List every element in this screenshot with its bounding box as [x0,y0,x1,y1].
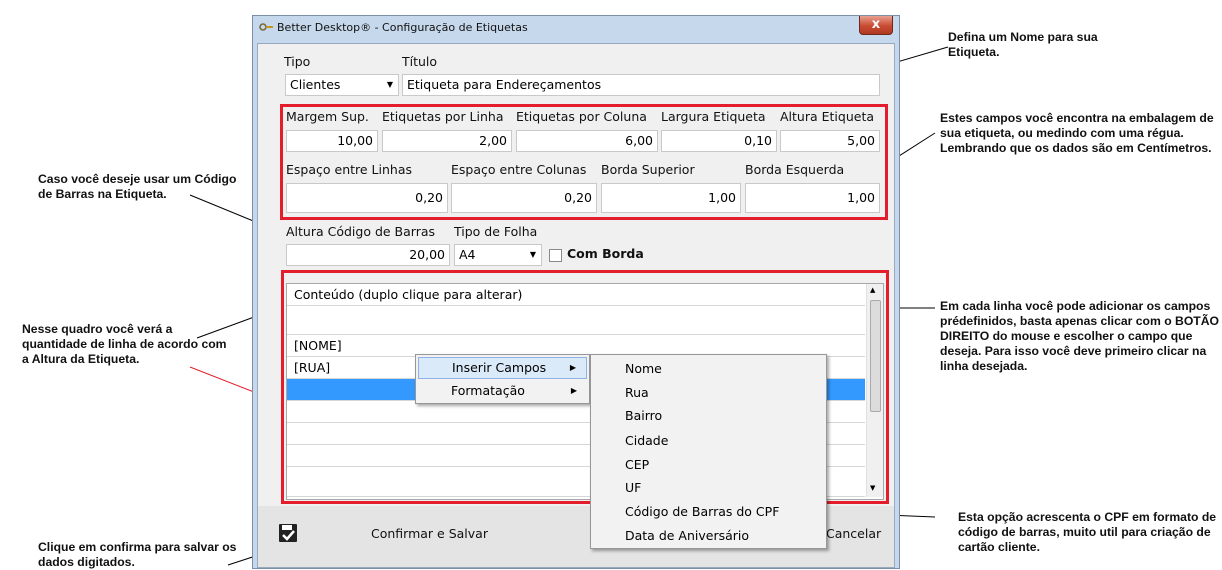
note-medidas: Estes campos você encontra na embalagem … [940,111,1214,155]
com-borda-checkbox[interactable] [549,249,562,262]
note-codbarras: Caso você deseje usar um Código de Barra… [38,172,237,201]
app-key-icon [259,23,273,31]
submenu-item-rua[interactable]: Rua [625,382,649,404]
measurements-highlight [280,104,888,220]
chevron-right-icon: ▶ [569,363,576,372]
submenu-item-cidade[interactable]: Cidade [625,430,668,452]
note-linhas: Em cada linha você pode adicionar os cam… [940,299,1220,373]
submenu-item-uf[interactable]: UF [625,477,641,499]
com-borda-label: Com Borda [567,246,644,261]
close-icon: x [871,17,881,32]
titulo-input[interactable]: Etiqueta para Endereçamentos [402,74,880,96]
confirm-save-label: Confirmar e Salvar [371,526,488,541]
tipo-value: Clientes [290,77,341,92]
close-button[interactable]: x [859,16,893,35]
menu-item-label: Inserir Campos [452,360,547,375]
submenu-item-codigo-barras-cpf[interactable]: Código de Barras do CPF [625,501,779,523]
tipo-label: Tipo [284,54,311,69]
context-menu: Inserir Campos ▶ Formatação ▶ [415,354,590,404]
menu-item-inserir-campos[interactable]: Inserir Campos ▶ [418,357,587,379]
submenu-item-bairro[interactable]: Bairro [625,405,662,427]
tipo-folha-value: A4 [459,247,476,262]
menu-item-formatacao[interactable]: Formatação ▶ [418,380,587,402]
note-cpf: Esta opção acrescenta o CPF em formato d… [958,510,1217,554]
tipo-folha-label: Tipo de Folha [454,224,538,239]
titulo-label: Título [402,54,438,69]
tipo-select[interactable]: Clientes ▼ [285,74,399,96]
window-title: Better Desktop® - Configuração de Etique… [277,21,528,34]
insert-fields-submenu: Nome Rua Bairro Cidade CEP UF Código de … [590,354,827,549]
note-confirma: Clique em confirma para salvar os dados … [38,540,237,569]
chevron-down-icon: ▼ [529,250,536,259]
note-quadro: Nesse quadro você verá a quantidade de l… [22,322,227,366]
title-bar: Better Desktop® - Configuração de Etique… [253,16,899,40]
note-nome: Defina um Nome para sua Etiqueta. [948,30,1098,59]
altura-cod-input[interactable]: 20,00 [286,244,450,266]
cancel-button[interactable]: Cancelar [826,526,881,541]
save-check-icon [279,524,297,542]
submenu-item-data-aniversario[interactable]: Data de Aniversário [625,525,749,547]
menu-item-label: Formatação [451,383,525,398]
altura-cod-label: Altura Código de Barras [286,224,436,239]
submenu-item-cep[interactable]: CEP [625,454,649,476]
submenu-item-nome[interactable]: Nome [625,358,662,380]
chevron-down-icon: ▼ [386,80,393,89]
tipo-folha-select[interactable]: A4 ▼ [454,244,542,266]
chevron-right-icon: ▶ [570,386,577,395]
